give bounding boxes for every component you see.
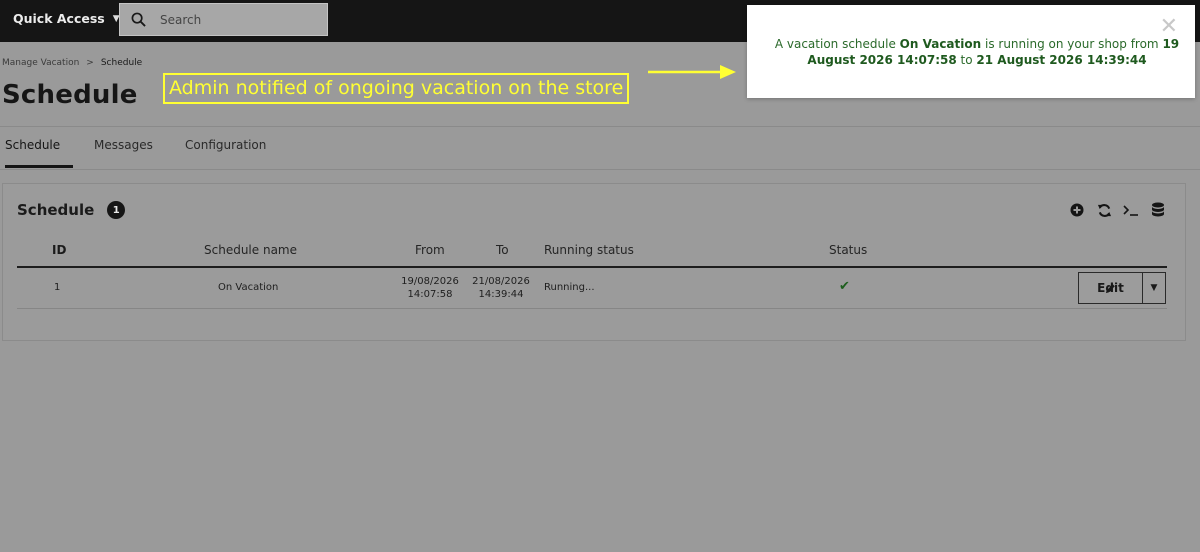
- quick-access-label: Quick Access: [13, 11, 105, 26]
- search-box[interactable]: [119, 3, 328, 36]
- column-header-to[interactable]: To: [496, 243, 509, 257]
- search-icon: [131, 12, 146, 27]
- notification-to: 21 August 2026 14:39:44: [976, 53, 1147, 67]
- count-badge: 1: [107, 201, 126, 219]
- caret-down-icon: ▼: [1150, 283, 1158, 293]
- table-header: ID Schedule name From To Running status …: [17, 242, 1167, 268]
- panel-title: Schedule: [17, 201, 95, 219]
- cell-to-date: 21/08/2026: [472, 276, 530, 287]
- divider: [0, 169, 1200, 170]
- column-header-from[interactable]: From: [415, 243, 445, 257]
- tab-messages[interactable]: Messages: [94, 128, 164, 168]
- cell-from-date: 19/08/2026: [401, 276, 459, 287]
- check-icon: ✔: [839, 279, 850, 294]
- cell-to: 21/08/2026 14:39:44: [471, 275, 531, 301]
- cell-id: 1: [54, 282, 61, 293]
- cell-to-time: 14:39:44: [478, 289, 524, 300]
- divider: [0, 126, 1200, 127]
- cell-from: 19/08/2026 14:07:58: [400, 275, 460, 301]
- tab-configuration[interactable]: Configuration: [185, 128, 275, 168]
- tab-schedule[interactable]: Schedule: [5, 128, 73, 168]
- panel-heading: Schedule 1: [17, 201, 126, 219]
- tab-schedule-label: Schedule: [5, 138, 61, 152]
- column-header-status[interactable]: Status: [829, 243, 867, 257]
- breadcrumb-current: Schedule: [100, 58, 143, 68]
- schedule-panel: Schedule 1 ID Schedule name From To Runn…: [2, 183, 1186, 341]
- edit-button-label: Edit: [1097, 281, 1124, 295]
- annotation-arrow: [648, 65, 736, 79]
- edit-dropdown-toggle[interactable]: ▼: [1143, 273, 1165, 303]
- notification-text-3: to: [956, 53, 977, 67]
- tab-configuration-label: Configuration: [185, 138, 267, 152]
- annotation-label: Admin notified of ongoing vacation on th…: [163, 73, 630, 104]
- notification-text-1: A vacation schedule: [774, 37, 900, 51]
- column-header-running-status[interactable]: Running status: [544, 243, 634, 257]
- tab-bar: Schedule Messages Configuration: [0, 128, 275, 168]
- quick-access-menu[interactable]: Quick Access ▼: [13, 11, 120, 26]
- column-header-name[interactable]: Schedule name: [204, 243, 297, 257]
- database-icon[interactable]: [1149, 201, 1167, 219]
- terminal-icon[interactable]: [1122, 201, 1140, 219]
- add-circle-icon[interactable]: [1068, 201, 1086, 219]
- notification-message: A vacation schedule On Vacation is runni…: [767, 36, 1187, 68]
- page-title: Schedule: [2, 80, 138, 110]
- breadcrumb-parent[interactable]: Manage Vacation: [2, 58, 79, 68]
- cell-from-time: 14:07:58: [407, 289, 453, 300]
- breadcrumb: Manage Vacation > Schedule: [2, 58, 142, 68]
- breadcrumb-separator: >: [86, 58, 94, 68]
- refresh-icon[interactable]: [1095, 201, 1113, 219]
- cell-schedule-name: On Vacation: [218, 282, 279, 293]
- notification-schedule-name: On Vacation: [899, 37, 982, 51]
- column-header-id[interactable]: ID: [52, 243, 66, 257]
- edit-button-group: Edit ▼: [1078, 272, 1166, 304]
- cell-running-status: Running...: [544, 282, 595, 293]
- panel-toolbar: [1068, 201, 1167, 219]
- notification-text-2: is running on your shop from: [981, 37, 1163, 51]
- edit-button[interactable]: Edit: [1079, 273, 1143, 303]
- table-row: 1 On Vacation 19/08/2026 14:07:58 21/08/…: [17, 268, 1167, 309]
- tab-messages-label: Messages: [94, 138, 153, 152]
- search-input[interactable]: [160, 12, 310, 27]
- notification-toast: ✕ A vacation schedule On Vacation is run…: [747, 5, 1195, 98]
